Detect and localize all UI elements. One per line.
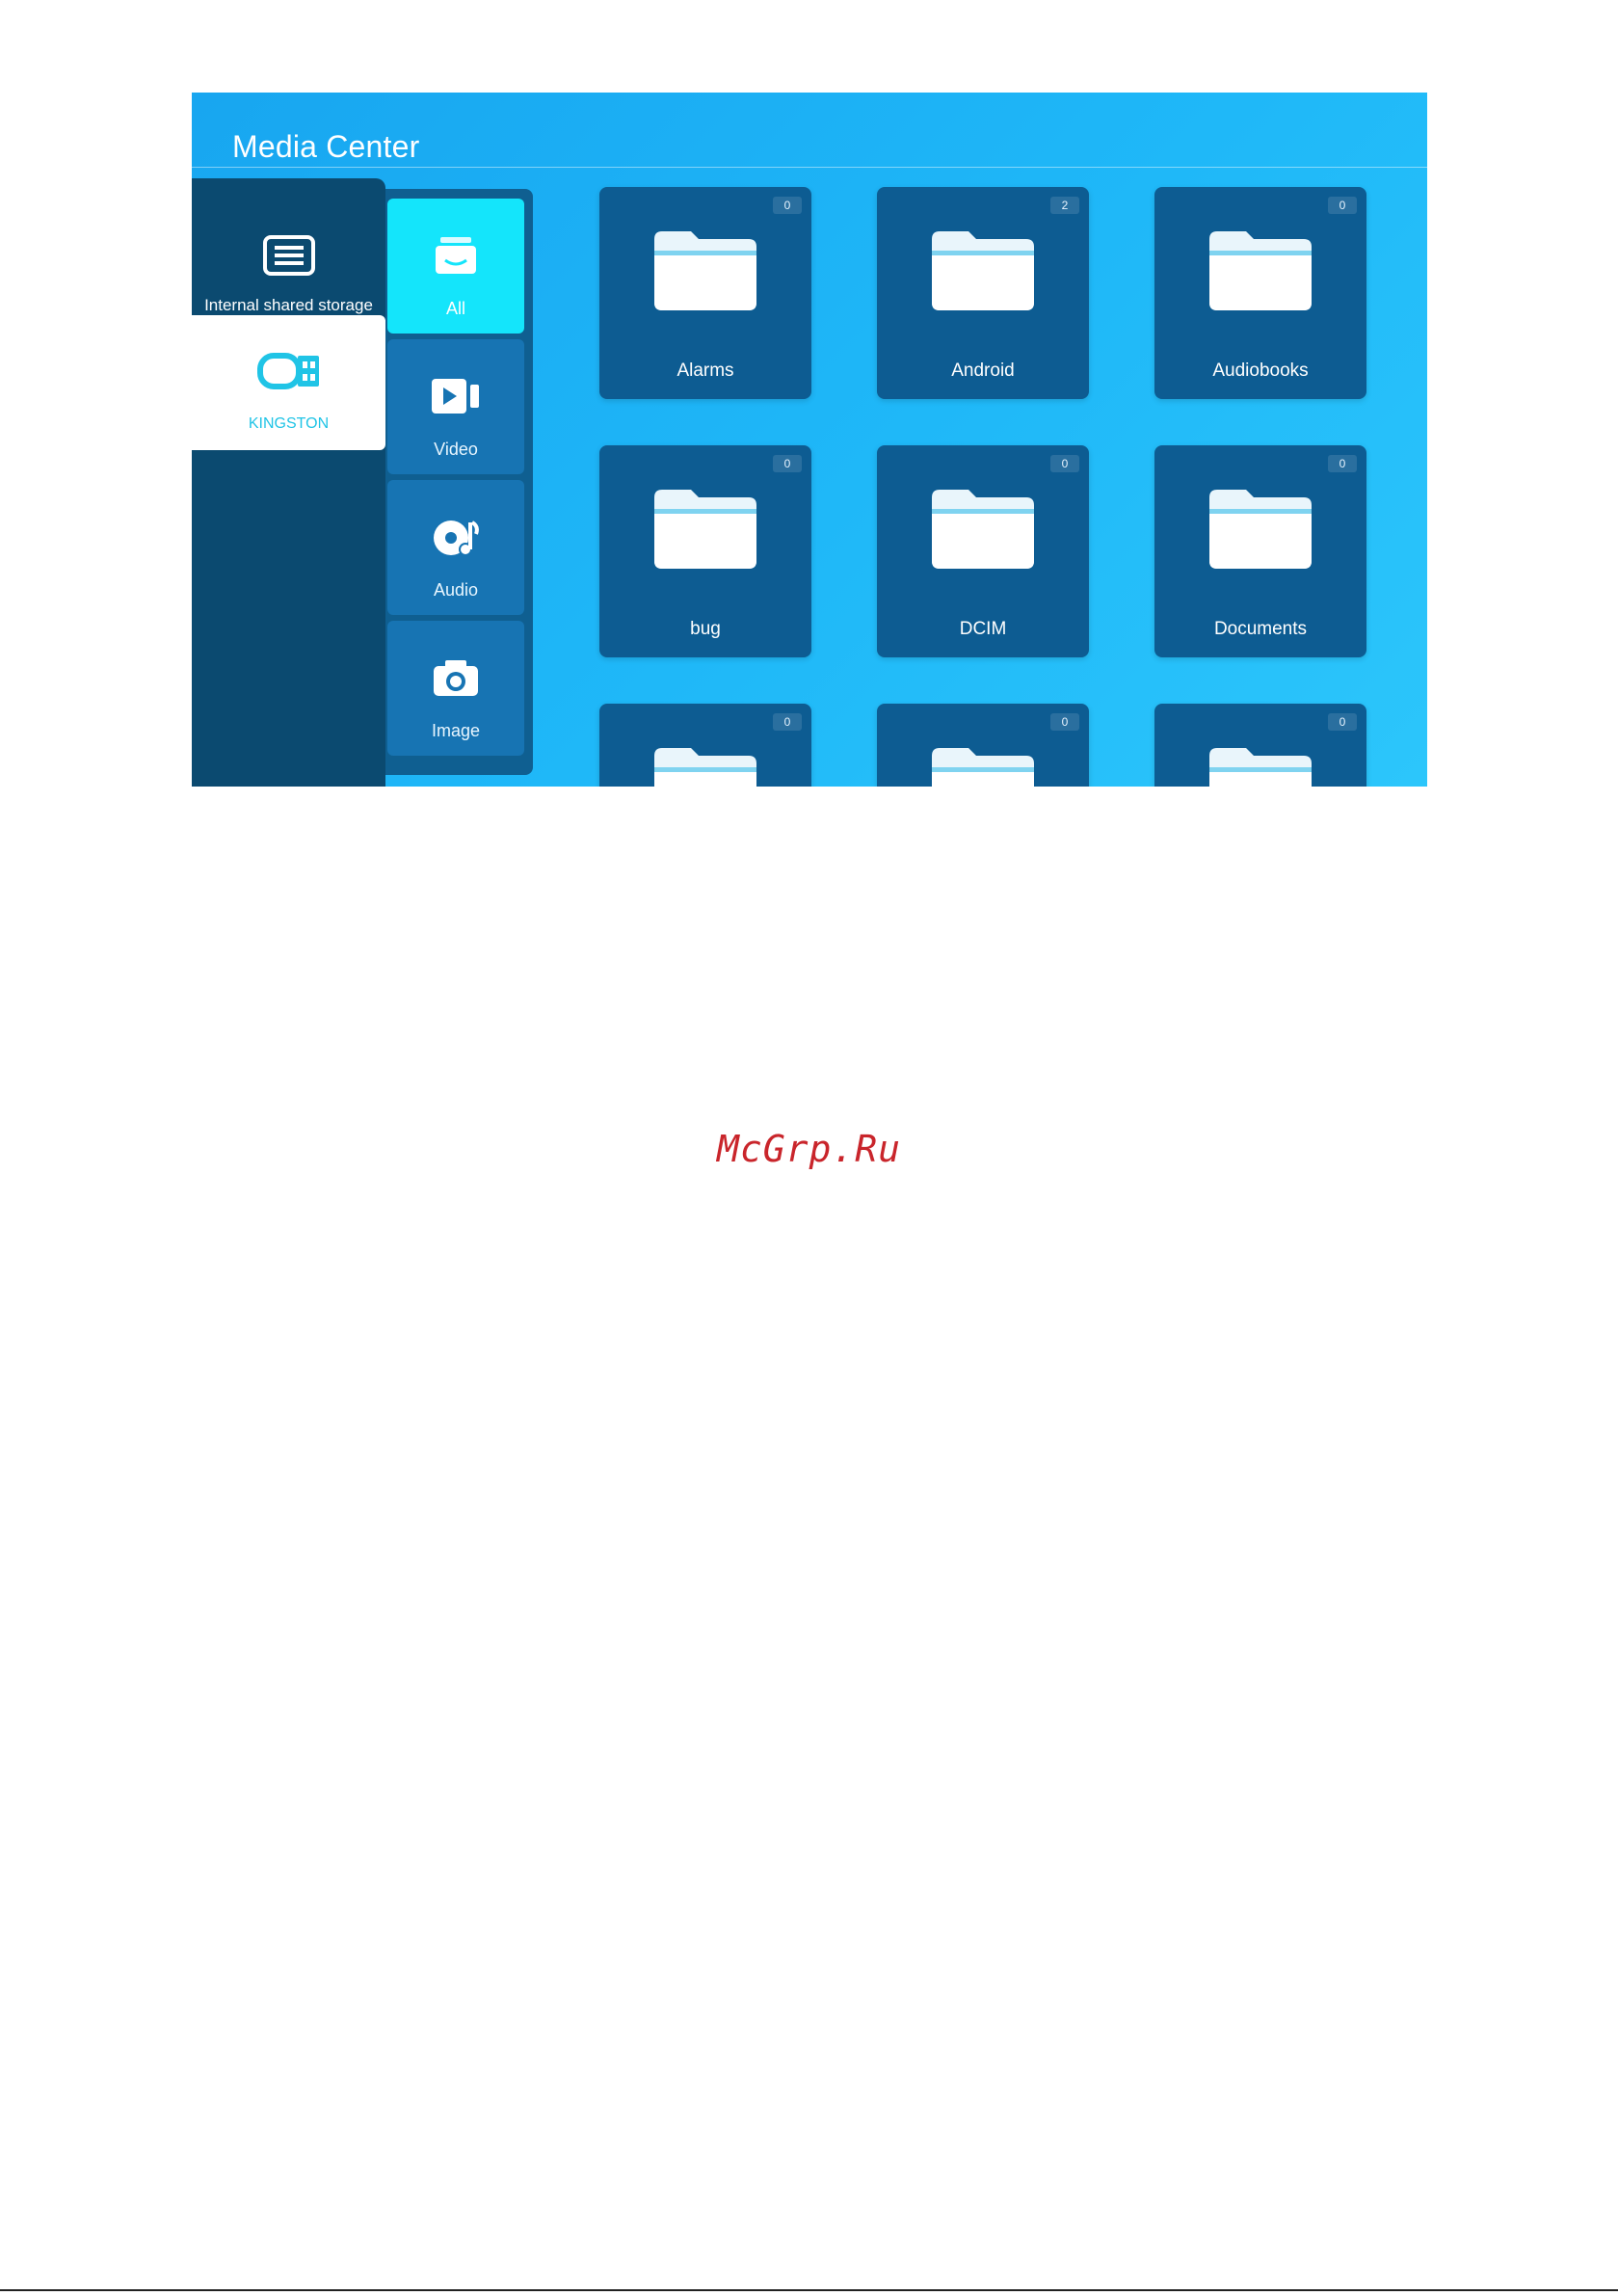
title-divider xyxy=(192,167,1427,168)
audio-icon xyxy=(431,517,481,566)
category-label-video: Video xyxy=(434,440,478,459)
folder-count-badge: 0 xyxy=(773,713,802,731)
folder-tile[interactable]: 0 xyxy=(877,704,1089,787)
folder-icon xyxy=(928,484,1038,577)
storage-icon xyxy=(262,234,316,281)
category-video[interactable]: Video xyxy=(387,339,524,474)
folder-icon xyxy=(928,226,1038,319)
folder-name: bug xyxy=(690,619,721,639)
category-audio[interactable]: Audio xyxy=(387,480,524,615)
usb-drive-icon xyxy=(256,352,321,395)
folder-icon xyxy=(1206,226,1315,319)
folder-icon xyxy=(650,226,760,319)
category-image[interactable]: Image xyxy=(387,621,524,756)
folder-icon xyxy=(650,484,760,577)
folder-tile[interactable]: 0 Audiobooks xyxy=(1154,187,1366,399)
category-label-image: Image xyxy=(431,721,481,740)
folder-tile[interactable]: 2 Android xyxy=(877,187,1089,399)
all-files-icon xyxy=(432,235,480,280)
folder-tile[interactable]: 0 xyxy=(599,704,811,787)
camera-icon xyxy=(432,657,480,703)
video-icon xyxy=(430,376,482,421)
folder-tile[interactable]: 0 xyxy=(1154,704,1366,787)
storage-item-internal[interactable]: Internal shared storage xyxy=(192,178,385,314)
folder-icon xyxy=(1206,484,1315,577)
folder-tile[interactable]: 0 bug xyxy=(599,445,811,657)
folder-name: Alarms xyxy=(676,360,734,381)
folder-icon xyxy=(650,742,760,787)
folder-count-badge: 2 xyxy=(1050,197,1079,214)
storage-sidebar: Internal shared storage KINGSTON xyxy=(192,178,385,787)
watermark: McGrp.Ru xyxy=(716,1128,902,1170)
folder-count-badge: 0 xyxy=(1050,455,1079,472)
folder-count-badge: 0 xyxy=(1328,455,1357,472)
folder-count-badge: 0 xyxy=(1328,713,1357,731)
folder-name: Documents xyxy=(1213,619,1308,639)
folder-icon xyxy=(1206,742,1315,787)
storage-item-kingston[interactable]: KINGSTON xyxy=(192,315,385,450)
folder-icon xyxy=(928,742,1038,787)
storage-label-internal: Internal shared storage xyxy=(204,296,373,314)
category-label-audio: Audio xyxy=(433,580,479,600)
app-title: Media Center xyxy=(232,129,420,164)
folder-tile[interactable]: 0 DCIM xyxy=(877,445,1089,657)
page-bottom-rule xyxy=(0,2289,1618,2291)
folder-name: Audiobooks xyxy=(1212,360,1309,381)
folder-count-badge: 0 xyxy=(1328,197,1357,214)
folder-count-badge: 0 xyxy=(773,455,802,472)
category-all[interactable]: All xyxy=(387,199,524,334)
folder-tile[interactable]: 0 Alarms xyxy=(599,187,811,399)
media-center-screenshot: Media Center Internal shared storage KIN… xyxy=(192,93,1427,787)
folder-count-badge: 0 xyxy=(773,197,802,214)
folder-name: Android xyxy=(951,360,1015,381)
category-label-all: All xyxy=(445,299,465,318)
storage-label-kingston: KINGSTON xyxy=(248,415,330,432)
folder-count-badge: 0 xyxy=(1050,713,1079,731)
folder-tile[interactable]: 0 Documents xyxy=(1154,445,1366,657)
folder-name: DCIM xyxy=(959,619,1007,639)
category-sidebar: All Video Audio Image xyxy=(385,189,533,775)
